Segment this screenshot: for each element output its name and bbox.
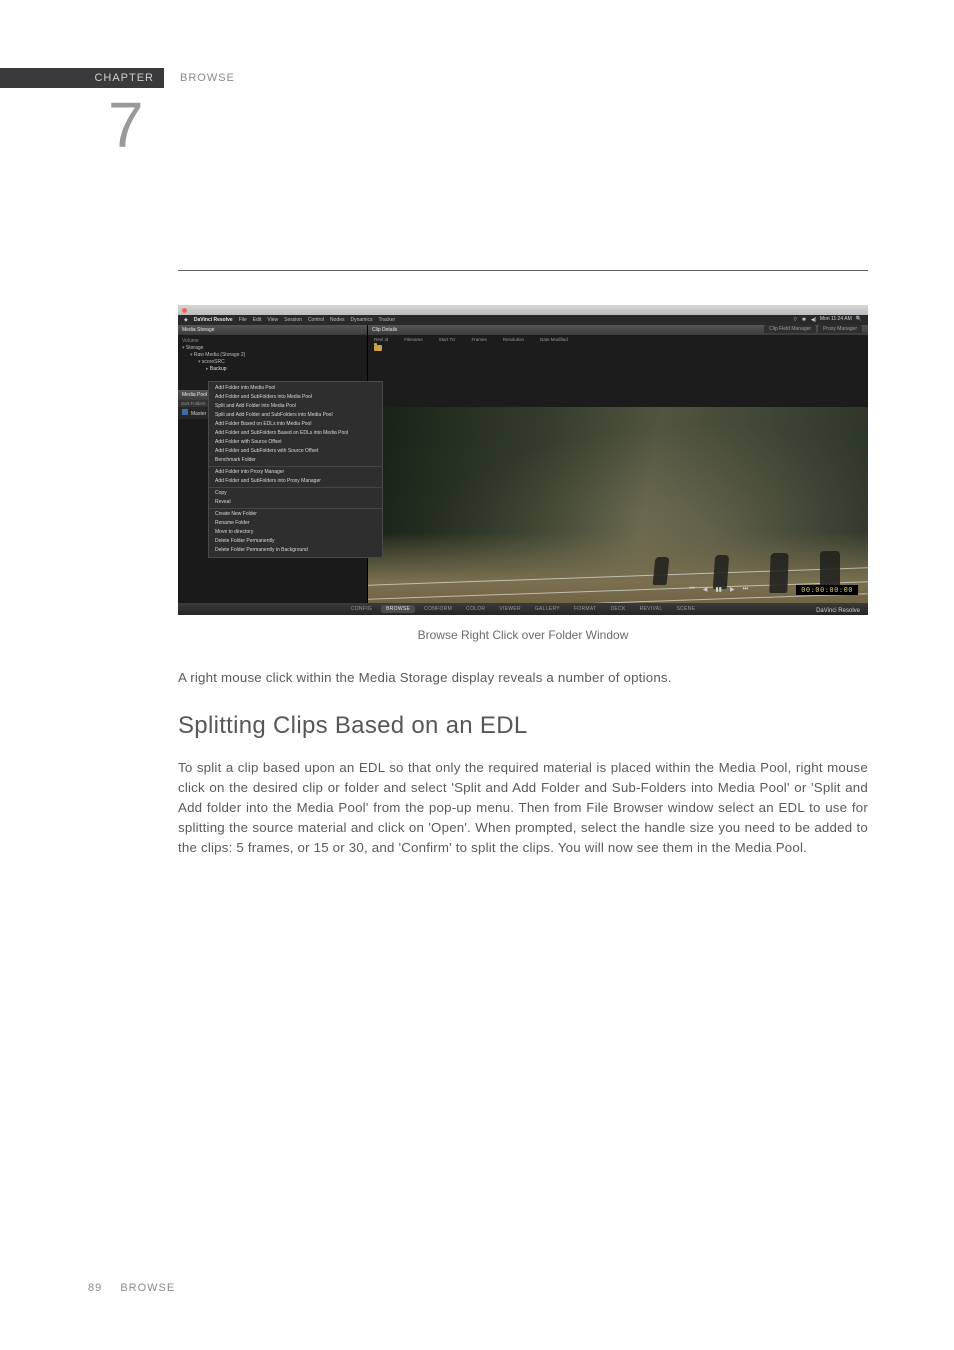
tab-gallery[interactable]: GALLERY bbox=[530, 606, 565, 612]
apple-icon: ◆ bbox=[184, 317, 188, 323]
runner-silhouette bbox=[769, 553, 788, 593]
folder-icon[interactable] bbox=[374, 345, 382, 351]
tab-color[interactable]: COLOR bbox=[461, 606, 490, 612]
ctx-item[interactable]: Create New Folder bbox=[209, 510, 382, 519]
titlebar bbox=[178, 305, 868, 315]
ctx-item[interactable]: Add Folder and SubFolders into Media Poo… bbox=[209, 393, 382, 402]
section-label: BROWSE bbox=[164, 68, 235, 88]
ctx-item[interactable]: Move to directory bbox=[209, 528, 382, 537]
page: CHAPTER BROWSE 7 ◆ DaVinci Resolve File … bbox=[0, 0, 954, 1350]
paragraph: To split a clip based upon an EDL so tha… bbox=[178, 758, 868, 858]
play-reverse-button[interactable]: ◀ bbox=[703, 586, 708, 593]
footer: 89 BROWSE bbox=[88, 1282, 175, 1294]
ctx-item[interactable]: Add Folder Based on EDLs into Media Pool bbox=[209, 420, 382, 429]
volume-icon: ◀) bbox=[811, 317, 816, 322]
viewer bbox=[368, 407, 868, 615]
tab-browse[interactable]: BROWSE bbox=[381, 605, 415, 613]
figure-caption: Browse Right Click over Folder Window bbox=[178, 628, 868, 642]
last-frame-button[interactable]: ⏭ bbox=[743, 586, 748, 593]
runner-silhouette bbox=[713, 555, 729, 589]
search-icon: 🔍 bbox=[856, 316, 862, 322]
ctx-item[interactable]: Add Folder and SubFolders with Source Of… bbox=[209, 447, 382, 456]
ctx-item[interactable]: Delete Folder Permanently bbox=[209, 537, 382, 546]
col-volume: Volume bbox=[182, 338, 363, 345]
col: Date Modified bbox=[540, 337, 568, 342]
heading: Splitting Clips Based on an EDL bbox=[178, 712, 528, 740]
tab-viewer[interactable]: VIEWER bbox=[494, 606, 526, 612]
ctx-item[interactable]: Split and Add Folder and SubFolders into… bbox=[209, 411, 382, 420]
tab-config[interactable]: CONFIG bbox=[346, 606, 377, 612]
tab-scene[interactable]: SCENE bbox=[671, 606, 700, 612]
chapter-number: 7 bbox=[108, 88, 144, 162]
menu-item[interactable]: Nodes bbox=[330, 317, 344, 323]
ctx-item[interactable]: Delete Folder Permanently in Background bbox=[209, 546, 382, 555]
col: Reel Id bbox=[374, 337, 388, 342]
ctx-separator bbox=[209, 508, 382, 509]
ctx-item[interactable]: Rename Folder bbox=[209, 519, 382, 528]
col: Filename bbox=[404, 337, 423, 342]
menu-item[interactable]: Session bbox=[284, 317, 302, 323]
master-label: Master bbox=[191, 411, 206, 417]
paragraph: A right mouse click within the Media Sto… bbox=[178, 668, 868, 688]
ctx-item[interactable]: Add Folder and SubFolders Based on EDLs … bbox=[209, 429, 382, 438]
clip-details-panel: Reel Id Filename Start Tcr Frames Resolu… bbox=[368, 335, 868, 407]
ctx-separator bbox=[209, 487, 382, 488]
ctx-item[interactable]: Add Folder into Proxy Manager bbox=[209, 468, 382, 477]
tree-item[interactable]: Storage bbox=[182, 345, 363, 352]
clock: Mon 11:24 AM bbox=[820, 316, 852, 322]
app-name: DaVinci Resolve bbox=[194, 317, 233, 323]
ctx-item[interactable]: Copy bbox=[209, 489, 382, 498]
tab-conform[interactable]: CONFORM bbox=[419, 606, 457, 612]
menu-item[interactable]: Control bbox=[308, 317, 324, 323]
runner-silhouette bbox=[653, 557, 670, 585]
chapter-label: CHAPTER bbox=[0, 68, 164, 88]
menu-item[interactable]: Edit bbox=[253, 317, 262, 323]
chapter-bar: CHAPTER BROWSE bbox=[0, 68, 280, 88]
ctx-item[interactable]: Reveal bbox=[209, 498, 382, 507]
col: Start Tcr bbox=[439, 337, 456, 342]
menu-item[interactable]: File bbox=[239, 317, 247, 323]
right-column: Clip Details Reel Id Filename Start Tcr … bbox=[368, 325, 868, 615]
tree-item[interactable]: scoreSRC bbox=[182, 359, 363, 366]
ctx-item[interactable]: Add Folder into Media Pool bbox=[209, 384, 382, 393]
ctx-item[interactable]: Add Folder and SubFolders into Proxy Man… bbox=[209, 477, 382, 486]
footer-section: BROWSE bbox=[120, 1282, 175, 1294]
screenshot: ◆ DaVinci Resolve File Edit View Session… bbox=[178, 305, 868, 615]
tree-item[interactable]: Backup bbox=[182, 366, 363, 373]
media-storage-header: Media Storage bbox=[178, 325, 367, 335]
right-tabs: Clip Field Manager Proxy Manager bbox=[764, 325, 862, 333]
horizontal-rule bbox=[178, 270, 868, 271]
menu-item[interactable]: View bbox=[267, 317, 278, 323]
tab-clip-field-mgr[interactable]: Clip Field Manager bbox=[764, 325, 816, 333]
bluetooth-icon: ✱ bbox=[802, 317, 807, 322]
tab-format[interactable]: FORMAT bbox=[569, 606, 602, 612]
menubar-status: ⌔ ✱ ◀) Mon 11:24 AM 🔍 bbox=[793, 316, 862, 322]
wifi-icon: ⌔ bbox=[793, 317, 798, 322]
close-icon bbox=[182, 308, 187, 313]
timecode: 00:00:00:00 bbox=[796, 585, 858, 595]
play-button[interactable]: ▶ bbox=[730, 586, 735, 593]
page-tabs: CONFIG BROWSE CONFORM COLOR VIEWER GALLE… bbox=[178, 603, 868, 615]
first-frame-button[interactable]: ⏮ bbox=[689, 586, 694, 593]
page-number: 89 bbox=[88, 1282, 102, 1294]
tab-revival[interactable]: REVIVAL bbox=[635, 606, 668, 612]
context-menu[interactable]: Add Folder into Media Pool Add Folder an… bbox=[208, 381, 383, 558]
pause-button[interactable]: ▮▮ bbox=[715, 586, 722, 593]
tab-deck[interactable]: DECK bbox=[605, 606, 630, 612]
col: Resolution bbox=[503, 337, 524, 342]
menubar: ◆ DaVinci Resolve File Edit View Session… bbox=[178, 315, 868, 325]
ctx-item[interactable]: Add Folder with Source Offset bbox=[209, 438, 382, 447]
menu-item[interactable]: Dynamics bbox=[351, 317, 373, 323]
col: Frames bbox=[471, 337, 486, 342]
menu-item[interactable]: Tracker bbox=[378, 317, 395, 323]
tree-item[interactable]: Raw Media (Storage 2) bbox=[182, 352, 363, 359]
brand-text: DaVinci Resolve bbox=[816, 608, 860, 614]
transport-controls: ⏮ ◀ ▮▮ ▶ ⏭ bbox=[689, 586, 748, 593]
tab-proxy-mgr[interactable]: Proxy Manager bbox=[818, 325, 862, 333]
bin-icon bbox=[182, 409, 188, 415]
ctx-separator bbox=[209, 466, 382, 467]
ctx-item[interactable]: Split and Add Folder into Media Pool bbox=[209, 402, 382, 411]
ctx-item[interactable]: Benchmark Folder bbox=[209, 456, 382, 465]
clip-details-headers: Reel Id Filename Start Tcr Frames Resolu… bbox=[368, 335, 868, 344]
